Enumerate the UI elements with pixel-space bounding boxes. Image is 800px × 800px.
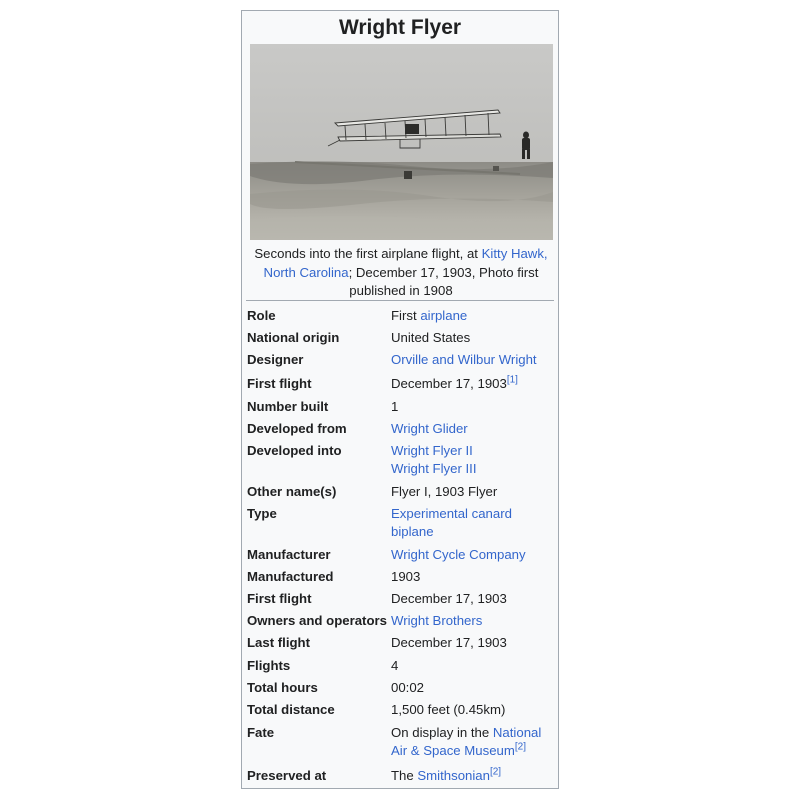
- type-link[interactable]: Experimental canard biplane: [391, 506, 512, 539]
- wright-brothers-link[interactable]: Wright Brothers: [391, 612, 557, 630]
- wright-glider-link[interactable]: Wright Glider: [391, 420, 557, 438]
- row-label: Other name(s): [247, 484, 337, 499]
- caption-text-end: ; December 17, 1903, Photo first publish…: [348, 264, 539, 299]
- row-label: Developed from: [247, 421, 347, 436]
- row-value: Flyer I, 1903 Flyer: [391, 484, 498, 499]
- smithsonian-link[interactable]: Smithsonian: [417, 768, 490, 783]
- infobox-title: Wright Flyer: [338, 16, 462, 39]
- row-label: Role: [247, 308, 276, 323]
- row-value: On display in the National Air & Space M…: [391, 724, 557, 760]
- photo-image: [250, 44, 553, 240]
- row-value: The Smithsonian[2]: [391, 767, 557, 785]
- row-value: First airplane: [391, 307, 557, 325]
- infobox: Wright Flyer Seconds into the first airp…: [241, 10, 559, 789]
- airplane-link[interactable]: airplane: [420, 308, 467, 323]
- row-label: Preserved at: [247, 768, 327, 783]
- row-label: Type: [247, 506, 277, 521]
- reference-2-link[interactable]: [2]: [515, 742, 526, 753]
- row-value: United States: [391, 330, 471, 345]
- row-value: 1: [391, 399, 399, 414]
- wright-flyer-photo[interactable]: [250, 44, 553, 240]
- row-label: Manufactured: [247, 569, 334, 584]
- wright-cycle-company-link[interactable]: Wright Cycle Company: [391, 546, 557, 564]
- row-label: Total hours: [247, 680, 318, 695]
- fate-text: On display in the: [391, 725, 493, 740]
- row-label: National origin: [247, 330, 340, 345]
- wright-flyer-iii-link[interactable]: Wright Flyer III: [391, 461, 477, 476]
- row-label: First flight: [247, 376, 312, 391]
- row-label: Number built: [247, 399, 329, 414]
- row-value: 4: [391, 658, 399, 673]
- row-value: 1,500 feet (0.45km): [391, 702, 506, 717]
- row-label: Total distance: [247, 702, 335, 717]
- wright-flyer-ii-link[interactable]: Wright Flyer II: [391, 443, 473, 458]
- reference-1-link[interactable]: [1]: [507, 375, 518, 386]
- row-value: Experimental canard biplane: [391, 505, 521, 541]
- row-label: Owners and operators: [247, 613, 387, 628]
- row-value: 1903: [391, 569, 421, 584]
- preserved-text: The: [391, 768, 418, 783]
- row-label: Fate: [247, 725, 275, 740]
- first-flight-date: December 17, 1903: [391, 376, 507, 391]
- row-value: December 17, 1903[1]: [391, 375, 557, 393]
- role-text: First: [391, 308, 421, 323]
- row-label: Manufacturer: [247, 547, 331, 562]
- row-label: Flights: [247, 658, 291, 673]
- row-value: Wright Flyer II Wright Flyer III: [391, 442, 557, 478]
- row-label: Last flight: [247, 635, 311, 650]
- photo-caption: Seconds into the first airplane flight, …: [246, 245, 556, 301]
- row-label: First flight: [247, 591, 312, 606]
- row-label: Designer: [247, 352, 304, 367]
- reference-2b-link[interactable]: [2]: [490, 767, 501, 778]
- caption-divider: [246, 300, 554, 301]
- row-value: December 17, 1903: [391, 591, 507, 606]
- row-label: Developed into: [247, 443, 342, 458]
- caption-text: Seconds into the first airplane flight, …: [254, 246, 482, 261]
- designer-link[interactable]: Orville and Wilbur Wright: [391, 351, 557, 369]
- row-value: 00:02: [391, 680, 425, 695]
- row-value: December 17, 1903: [391, 635, 507, 650]
